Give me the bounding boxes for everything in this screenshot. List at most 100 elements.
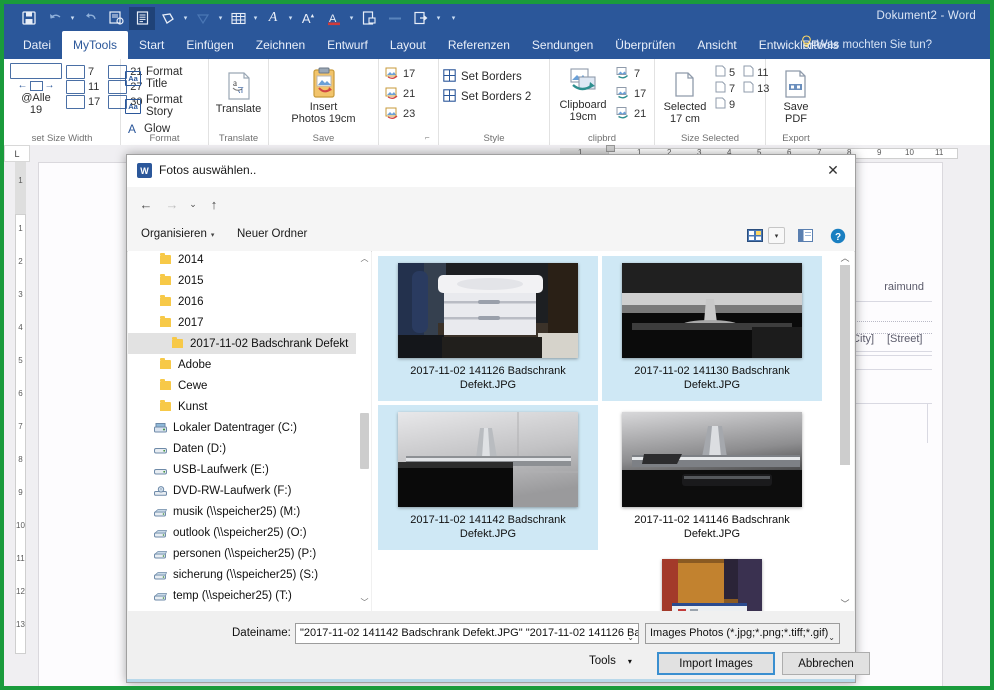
photo-size-23[interactable]: 23: [385, 106, 444, 122]
filename-input[interactable]: "2017-11-02 141142 Badschrank Defekt.JPG…: [295, 623, 639, 644]
save-icon[interactable]: [16, 7, 42, 30]
export-caret-icon[interactable]: ▾: [434, 7, 443, 30]
scrollbar-thumb[interactable]: [360, 413, 369, 469]
tree-item-2016[interactable]: 2016: [128, 291, 356, 312]
format-title-button[interactable]: Aa Format Title: [121, 64, 208, 92]
shapes-icon[interactable]: [155, 7, 181, 30]
new-folder-button[interactable]: Neuer Ordner: [237, 228, 307, 240]
tree-item-badschrank-defekt[interactable]: 2017-11-02 Badschrank Defekt: [128, 333, 356, 354]
photo-size-17[interactable]: 17: [385, 66, 444, 82]
tab-stop-selector[interactable]: L: [4, 145, 30, 162]
font-italic-icon[interactable]: A: [260, 7, 286, 30]
scroll-down-icon[interactable]: ﹀: [360, 597, 369, 609]
tell-me-box[interactable]: Was mochten Sie tun?: [801, 31, 932, 59]
tree-item-2014[interactable]: 2014: [128, 251, 356, 270]
size-all-label[interactable]: @Alle: [21, 92, 51, 104]
tab-ueberpruefen[interactable]: Überprüfen: [604, 31, 686, 59]
clipbrd-size-17[interactable]: 17: [616, 86, 646, 102]
tab-zeichnen[interactable]: Zeichnen: [245, 31, 316, 59]
size-btn-11[interactable]: 11: [66, 80, 100, 94]
chevron-down-icon[interactable]: ⌄: [627, 628, 634, 643]
tree-item-kunst[interactable]: Kunst: [128, 396, 356, 417]
tree-item-musik-m[interactable]: musik (\\speicher25) (M:): [128, 501, 356, 522]
set-borders-button[interactable]: Set Borders: [439, 67, 549, 87]
tab-einfuegen[interactable]: Einfügen: [175, 31, 244, 59]
file-tile[interactable]: 2017-11-02 141130 Badschrank Defekt.JPG: [602, 256, 822, 401]
up-icon[interactable]: ↑: [203, 193, 225, 215]
font-color-icon[interactable]: A: [321, 7, 347, 30]
new-doc-icon[interactable]: [356, 7, 382, 30]
cancel-button[interactable]: Abbrechen: [782, 652, 870, 675]
set-borders-2-button[interactable]: Set Borders 2: [439, 87, 549, 107]
tree-item-2017[interactable]: 2017: [128, 312, 356, 333]
indent-marker-icon[interactable]: [606, 145, 615, 152]
tree-item-usb-e[interactable]: USB-Laufwerk (E:): [128, 459, 356, 480]
back-icon[interactable]: ←: [135, 193, 157, 215]
selected-17cm-button[interactable]: Selected 17 cm: [656, 65, 714, 125]
scrollbar-thumb[interactable]: [840, 265, 850, 465]
selected-size-5[interactable]: 5: [715, 65, 735, 80]
table-icon[interactable]: [225, 7, 251, 30]
photo-size-21[interactable]: 21: [385, 86, 444, 102]
dialog-launcher-icon[interactable]: ⌐: [425, 133, 434, 142]
file-tile[interactable]: 2017-11-02 141126 Badschrank Defekt.JPG: [378, 256, 598, 401]
print-preview-icon[interactable]: [103, 7, 129, 30]
export-icon[interactable]: [408, 7, 434, 30]
line-icon[interactable]: [382, 7, 408, 30]
format-story-button[interactable]: Aa Format Story: [121, 92, 208, 120]
tree-item-cewe[interactable]: Cewe: [128, 375, 356, 396]
translate-button[interactable]: aत Translate: [209, 61, 268, 115]
tab-sendungen[interactable]: Sendungen: [521, 31, 604, 59]
help-icon[interactable]: ?: [830, 227, 846, 244]
tree-item-local-disk-c[interactable]: Lokaler Datentrager (C:): [128, 417, 356, 438]
clipboard-19cm-button[interactable]: Clipboard 19cm: [552, 63, 614, 123]
selected-size-7[interactable]: 7: [715, 81, 735, 96]
view-options-button[interactable]: [747, 227, 763, 244]
tree-item-daten-d[interactable]: Daten (D:): [128, 438, 356, 459]
selected-size-9[interactable]: 9: [715, 97, 735, 112]
file-list-scrollbar[interactable]: ︿ ﹀: [838, 251, 852, 611]
size-all-value[interactable]: 19: [30, 104, 42, 116]
file-list-pane[interactable]: 2017-11-02 141126 Badschrank Defekt.JPG: [372, 251, 854, 611]
clipbrd-size-21[interactable]: 21: [616, 106, 646, 122]
font-caret-icon[interactable]: ▾: [286, 7, 295, 30]
more-commands-icon[interactable]: ▾: [449, 7, 458, 30]
chevron-down-icon[interactable]: ⌄: [828, 628, 835, 643]
tab-mytools[interactable]: MyTools: [62, 31, 129, 59]
size-btn-7[interactable]: 7: [66, 65, 100, 79]
size-btn-17[interactable]: 17: [66, 95, 100, 109]
view-options-caret-icon[interactable]: ▾: [768, 227, 785, 244]
file-tile[interactable]: 2017-11-02 141142 Badschrank Defekt.JPG: [378, 405, 598, 550]
tree-item-adobe[interactable]: Adobe: [128, 354, 356, 375]
undo-caret-icon[interactable]: ▾: [68, 7, 77, 30]
file-tile[interactable]: [602, 552, 822, 611]
table-caret-icon[interactable]: ▾: [251, 7, 260, 30]
import-images-button[interactable]: Import Images: [657, 652, 775, 675]
tree-item-temp-t[interactable]: temp (\\speicher25) (T:): [128, 585, 356, 606]
navigation-pane-scrollbar[interactable]: ︿ ﹀: [360, 253, 369, 609]
tab-layout[interactable]: Layout: [379, 31, 437, 59]
tree-item-personen-p[interactable]: personen (\\speicher25) (P:): [128, 543, 356, 564]
insert-photos-button[interactable]: Insert Photos 19cm: [269, 61, 378, 125]
tab-start[interactable]: Start: [128, 31, 175, 59]
document-icon[interactable]: [129, 6, 155, 30]
tree-item-dvd-f[interactable]: DVD-RW-Laufwerk (F:): [128, 480, 356, 501]
tree-item-sicherung-s[interactable]: sicherung (\\speicher25) (S:): [128, 564, 356, 585]
file-tile[interactable]: 2017-11-02 141146 Badschrank Defekt.JPG: [602, 405, 822, 550]
save-pdf-button[interactable]: Save PDF: [766, 61, 826, 125]
filetype-select[interactable]: Images Photos (*.jpg;*.png;*.tiff;*.gif)…: [645, 623, 840, 644]
scroll-up-icon[interactable]: ︿: [360, 253, 369, 265]
redo-icon[interactable]: [77, 7, 103, 30]
font-color-caret-icon[interactable]: ▾: [347, 7, 356, 30]
undo-icon[interactable]: [42, 7, 68, 30]
tools-button[interactable]: Tools ▾: [589, 655, 632, 667]
tab-referenzen[interactable]: Referenzen: [437, 31, 521, 59]
organize-button[interactable]: Organisieren ▾: [141, 228, 214, 240]
close-icon[interactable]: ✕: [811, 155, 855, 185]
format-painter-icon[interactable]: [190, 7, 216, 30]
tree-item-2015[interactable]: 2015: [128, 270, 356, 291]
tab-ansicht[interactable]: Ansicht: [686, 31, 747, 59]
vertical-ruler[interactable]: 1 1 2 3 4 5 6 7 8 9 10 11 12 13: [12, 162, 30, 686]
tab-entwurf[interactable]: Entwurf: [316, 31, 379, 59]
grow-font-icon[interactable]: A▴: [295, 7, 321, 30]
